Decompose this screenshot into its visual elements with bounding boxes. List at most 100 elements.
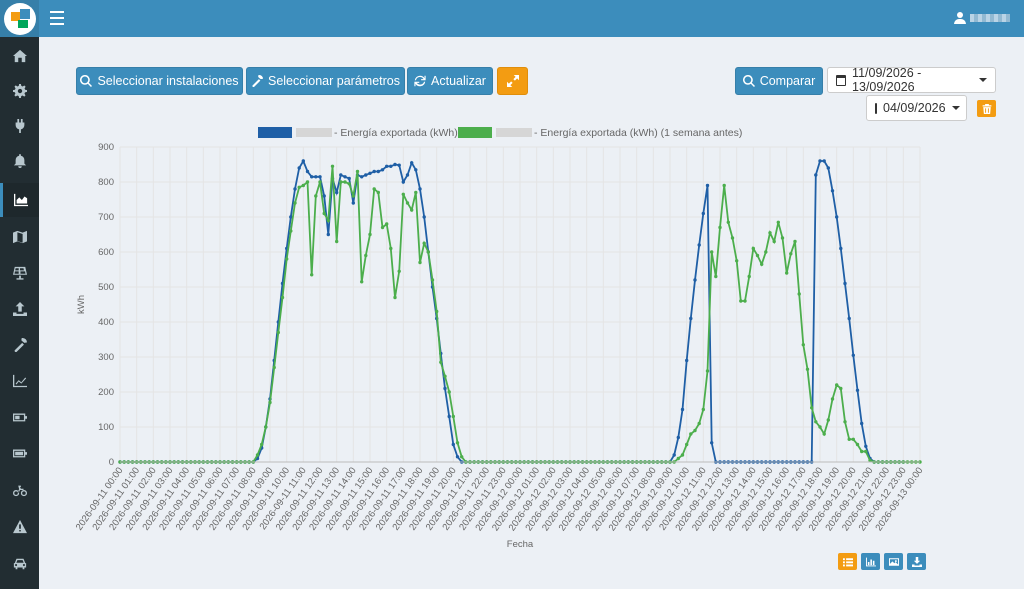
sidebar-item-alerts[interactable]	[0, 144, 39, 178]
data-point	[410, 161, 414, 165]
data-point	[722, 183, 726, 188]
refresh-button[interactable]: Actualizar	[407, 67, 493, 95]
data-point	[830, 189, 835, 193]
data-point	[851, 353, 855, 357]
data-point	[730, 236, 735, 240]
data-point	[818, 425, 822, 429]
data-point	[830, 397, 835, 401]
data-point	[385, 222, 389, 226]
select-parameters-button[interactable]: Seleccionar parámetros	[246, 67, 405, 95]
data-point	[276, 330, 280, 335]
data-point	[443, 386, 447, 391]
data-point	[343, 175, 347, 179]
y-tick-label: 100	[98, 422, 114, 433]
y-tick-label: 300	[98, 352, 114, 363]
data-point	[439, 360, 443, 364]
sidebar-item-map[interactable]	[0, 220, 39, 254]
data-point	[810, 406, 814, 410]
data-point	[447, 414, 451, 419]
data-point	[747, 274, 751, 279]
data-point	[389, 246, 393, 251]
data-point	[814, 420, 818, 424]
download-icon	[911, 556, 922, 567]
data-point	[680, 453, 685, 457]
energy-chart: - Energía exportada (kWh) - Energía expor…	[74, 127, 925, 550]
data-point	[393, 295, 397, 300]
sidebar-item-area-chart[interactable]	[0, 183, 39, 217]
save-image-button[interactable]	[884, 553, 903, 570]
data-point	[305, 180, 310, 184]
data-point	[705, 183, 710, 188]
data-point	[822, 432, 826, 436]
data-point	[364, 253, 368, 258]
trash-icon	[982, 103, 991, 114]
legend-swatch	[458, 127, 492, 138]
sidebar-item-warning[interactable]	[0, 510, 39, 544]
y-tick-label: 600	[98, 247, 114, 258]
sidebar	[0, 37, 39, 589]
data-point	[701, 211, 705, 216]
user-icon	[954, 12, 966, 24]
sidebar-item-plug[interactable]	[0, 109, 39, 143]
top-navbar	[0, 0, 1024, 37]
data-point	[793, 239, 797, 244]
compare-date-picker[interactable]: 04/09/2026	[866, 95, 967, 121]
delete-compare-button[interactable]	[977, 100, 996, 117]
date-range-picker[interactable]: 11/09/2026 - 13/09/2026	[827, 66, 996, 94]
sidebar-item-bicycle[interactable]	[0, 473, 39, 507]
data-point	[789, 252, 793, 256]
battery-full-icon	[12, 449, 27, 458]
sidebar-item-solar[interactable]	[0, 256, 39, 290]
compare-label: Comparar	[759, 74, 816, 88]
select-installations-button[interactable]: Seleccionar instalaciones	[76, 67, 243, 95]
data-point	[326, 232, 330, 237]
data-point	[393, 162, 397, 167]
map-icon	[12, 230, 27, 244]
y-tick-label: 400	[98, 317, 114, 328]
sidebar-item-car[interactable]	[0, 547, 39, 581]
sidebar-item-settings[interactable]	[0, 74, 39, 108]
data-point	[426, 250, 430, 254]
user-menu[interactable]	[954, 11, 1010, 25]
data-point	[380, 168, 385, 172]
data-point	[285, 257, 289, 261]
download-button[interactable]	[907, 553, 926, 570]
data-point	[705, 369, 710, 373]
data-point	[772, 239, 776, 244]
data-point	[864, 444, 868, 448]
data-point	[272, 365, 276, 370]
bar-chart-icon	[865, 557, 876, 566]
bars-icon[interactable]	[50, 11, 64, 25]
data-point	[697, 421, 701, 426]
data-point	[339, 180, 343, 184]
data-point	[443, 374, 447, 378]
chart-view-button[interactable]	[861, 553, 880, 570]
sidebar-item-home[interactable]	[0, 39, 39, 73]
sidebar-item-upload[interactable]	[0, 292, 39, 326]
app-logo[interactable]	[0, 0, 39, 37]
data-point	[335, 190, 339, 195]
sidebar-item-tools[interactable]	[0, 328, 39, 362]
compare-button[interactable]: Comparar	[735, 67, 823, 95]
expand-button[interactable]	[497, 67, 528, 95]
data-point	[397, 269, 401, 273]
data-point	[710, 441, 714, 445]
sidebar-item-battery[interactable]	[0, 400, 39, 434]
area-chart-icon	[14, 193, 28, 207]
y-tick-label: 900	[98, 142, 114, 153]
data-point	[860, 449, 864, 454]
y-tick-label: 700	[98, 212, 114, 223]
data-point	[855, 442, 860, 447]
data-point	[839, 246, 843, 251]
sidebar-item-battery-full[interactable]	[0, 436, 39, 470]
list-view-button[interactable]	[838, 553, 857, 570]
data-point	[864, 449, 868, 454]
image-icon	[888, 557, 899, 566]
data-point	[868, 458, 872, 462]
data-point	[343, 180, 347, 184]
data-point	[397, 163, 401, 167]
data-point	[676, 435, 680, 440]
sidebar-item-line-chart[interactable]	[0, 364, 39, 398]
data-point	[847, 316, 851, 321]
y-axis-label: kWh	[76, 295, 87, 314]
